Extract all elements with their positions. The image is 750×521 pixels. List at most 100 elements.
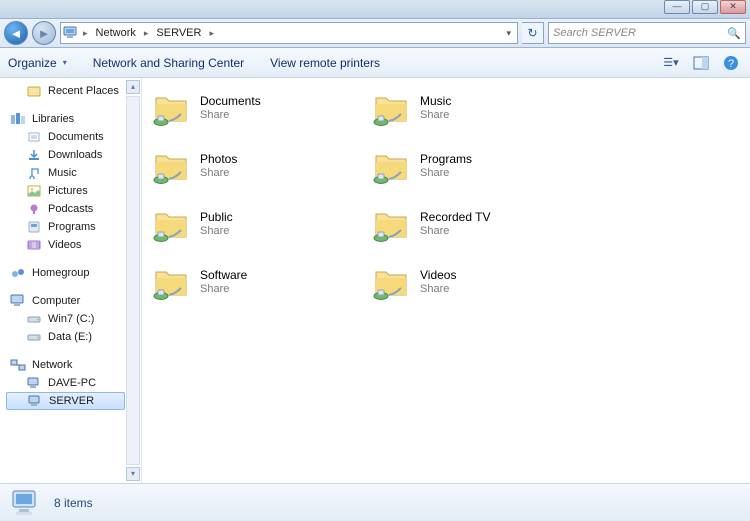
share-type: Share (420, 166, 472, 180)
command-bar: Organize Network and Sharing Center View… (0, 48, 750, 78)
preview-pane-button[interactable] (690, 53, 712, 73)
back-button[interactable]: ◄ (4, 21, 28, 45)
refresh-button[interactable]: ↻ (522, 22, 544, 44)
drive-icon (26, 330, 42, 344)
forward-button[interactable]: ► (32, 21, 56, 45)
library-icon (26, 166, 42, 180)
computer-icon (63, 26, 79, 40)
share-name: Videos (420, 268, 456, 282)
breadcrumb-separator[interactable]: ▸ (83, 28, 88, 39)
sidebar-network-header[interactable]: Network (6, 356, 141, 374)
computer-icon (10, 488, 42, 518)
scroll-down-button[interactable]: ▾ (126, 467, 140, 481)
details-pane: 8 items (0, 483, 750, 521)
share-name: Recorded TV (420, 210, 490, 224)
computer-icon (26, 376, 42, 390)
share-type: Share (200, 224, 233, 238)
sidebar-host-server[interactable]: SERVER (6, 392, 125, 410)
organize-button[interactable]: Organize (8, 56, 67, 70)
shared-folder-icon (372, 208, 412, 244)
shared-folder-icon (152, 150, 192, 186)
share-item-videos[interactable]: VideosShare (372, 266, 592, 306)
computer-icon (10, 294, 26, 308)
share-type: Share (420, 282, 456, 296)
share-item-software[interactable]: SoftwareShare (152, 266, 372, 306)
share-item-public[interactable]: PublicShare (152, 208, 372, 248)
scrollbar-track[interactable] (126, 96, 140, 465)
change-view-button[interactable]: ☰▾ (660, 53, 682, 73)
sidebar-computer-header[interactable]: Computer (6, 292, 141, 310)
shared-folder-icon (152, 92, 192, 128)
share-name: Photos (200, 152, 237, 166)
library-icon (26, 148, 42, 162)
breadcrumb-network[interactable]: Network (92, 27, 140, 39)
navigation-bar: ◄ ► ▸ Network ▸ SERVER ▸ ▾ ↻ Search SERV… (0, 19, 750, 48)
search-input[interactable]: Search SERVER 🔍 (548, 22, 746, 44)
network-icon (10, 358, 26, 372)
sidebar-drive[interactable]: Data (E:) (6, 328, 141, 346)
maximize-button[interactable]: ▢ (692, 0, 718, 14)
sidebar-library-pictures[interactable]: Pictures (6, 182, 141, 200)
sidebar-homegroup-header[interactable]: Homegroup (6, 264, 141, 282)
sidebar-library-music[interactable]: Music (6, 164, 141, 182)
shared-folder-icon (152, 208, 192, 244)
library-icon (26, 238, 42, 252)
shared-folder-icon (152, 266, 192, 302)
svg-text:?: ? (728, 58, 734, 70)
shared-folder-icon (372, 266, 412, 302)
search-placeholder: Search SERVER (553, 27, 636, 39)
sidebar-library-documents[interactable]: Documents (6, 128, 141, 146)
library-icon (26, 130, 42, 144)
sidebar-host-dave-pc[interactable]: DAVE-PC (6, 374, 141, 392)
sidebar-library-videos[interactable]: Videos (6, 236, 141, 254)
breadcrumb-server[interactable]: SERVER (152, 27, 205, 39)
share-name: Software (200, 268, 247, 282)
content-pane[interactable]: DocumentsShare MusicShare PhotosShare Pr… (142, 78, 750, 483)
share-type: Share (420, 108, 451, 122)
item-count-label: 8 items (54, 496, 93, 510)
explorer-body: ▴ ▾ Recent Places Libraries DocumentsDow… (0, 78, 750, 483)
scroll-up-button[interactable]: ▴ (126, 80, 140, 94)
library-icon (26, 184, 42, 198)
share-name: Programs (420, 152, 472, 166)
sidebar-recent-places[interactable]: Recent Places (6, 82, 141, 100)
library-icon (26, 202, 42, 216)
help-button[interactable]: ? (720, 53, 742, 73)
search-icon: 🔍 (727, 27, 741, 40)
sidebar-drive[interactable]: Win7 (C:) (6, 310, 141, 328)
view-remote-printers-button[interactable]: View remote printers (270, 56, 380, 70)
network-sharing-center-button[interactable]: Network and Sharing Center (93, 56, 244, 70)
shared-folder-icon (372, 92, 412, 128)
sidebar-library-podcasts[interactable]: Podcasts (6, 200, 141, 218)
address-dropdown[interactable]: ▾ (502, 28, 515, 39)
sidebar-libraries-header[interactable]: Libraries (6, 110, 141, 128)
share-type: Share (200, 166, 237, 180)
address-bar[interactable]: ▸ Network ▸ SERVER ▸ ▾ (60, 22, 518, 44)
share-item-photos[interactable]: PhotosShare (152, 150, 372, 190)
share-item-music[interactable]: MusicShare (372, 92, 592, 132)
drive-icon (26, 312, 42, 326)
breadcrumb-separator[interactable]: ▸ (144, 28, 149, 39)
navigation-pane: ▴ ▾ Recent Places Libraries DocumentsDow… (0, 78, 142, 483)
title-bar: — ▢ ✕ (0, 0, 750, 19)
share-item-programs[interactable]: ProgramsShare (372, 150, 592, 190)
breadcrumb-separator[interactable]: ▸ (209, 28, 214, 39)
share-type: Share (200, 108, 261, 122)
share-name: Music (420, 94, 451, 108)
share-item-recorded-tv[interactable]: Recorded TVShare (372, 208, 592, 248)
libraries-icon (10, 112, 26, 126)
sidebar-library-programs[interactable]: Programs (6, 218, 141, 236)
shared-folder-icon (372, 150, 412, 186)
minimize-button[interactable]: — (664, 0, 690, 14)
share-name: Public (200, 210, 233, 224)
share-type: Share (420, 224, 490, 238)
recent-places-icon (26, 84, 42, 98)
share-type: Share (200, 282, 247, 296)
library-icon (26, 220, 42, 234)
sidebar-library-downloads[interactable]: Downloads (6, 146, 141, 164)
close-button[interactable]: ✕ (720, 0, 746, 14)
share-item-documents[interactable]: DocumentsShare (152, 92, 372, 132)
homegroup-icon (10, 266, 26, 280)
share-name: Documents (200, 94, 261, 108)
computer-icon (27, 394, 43, 408)
